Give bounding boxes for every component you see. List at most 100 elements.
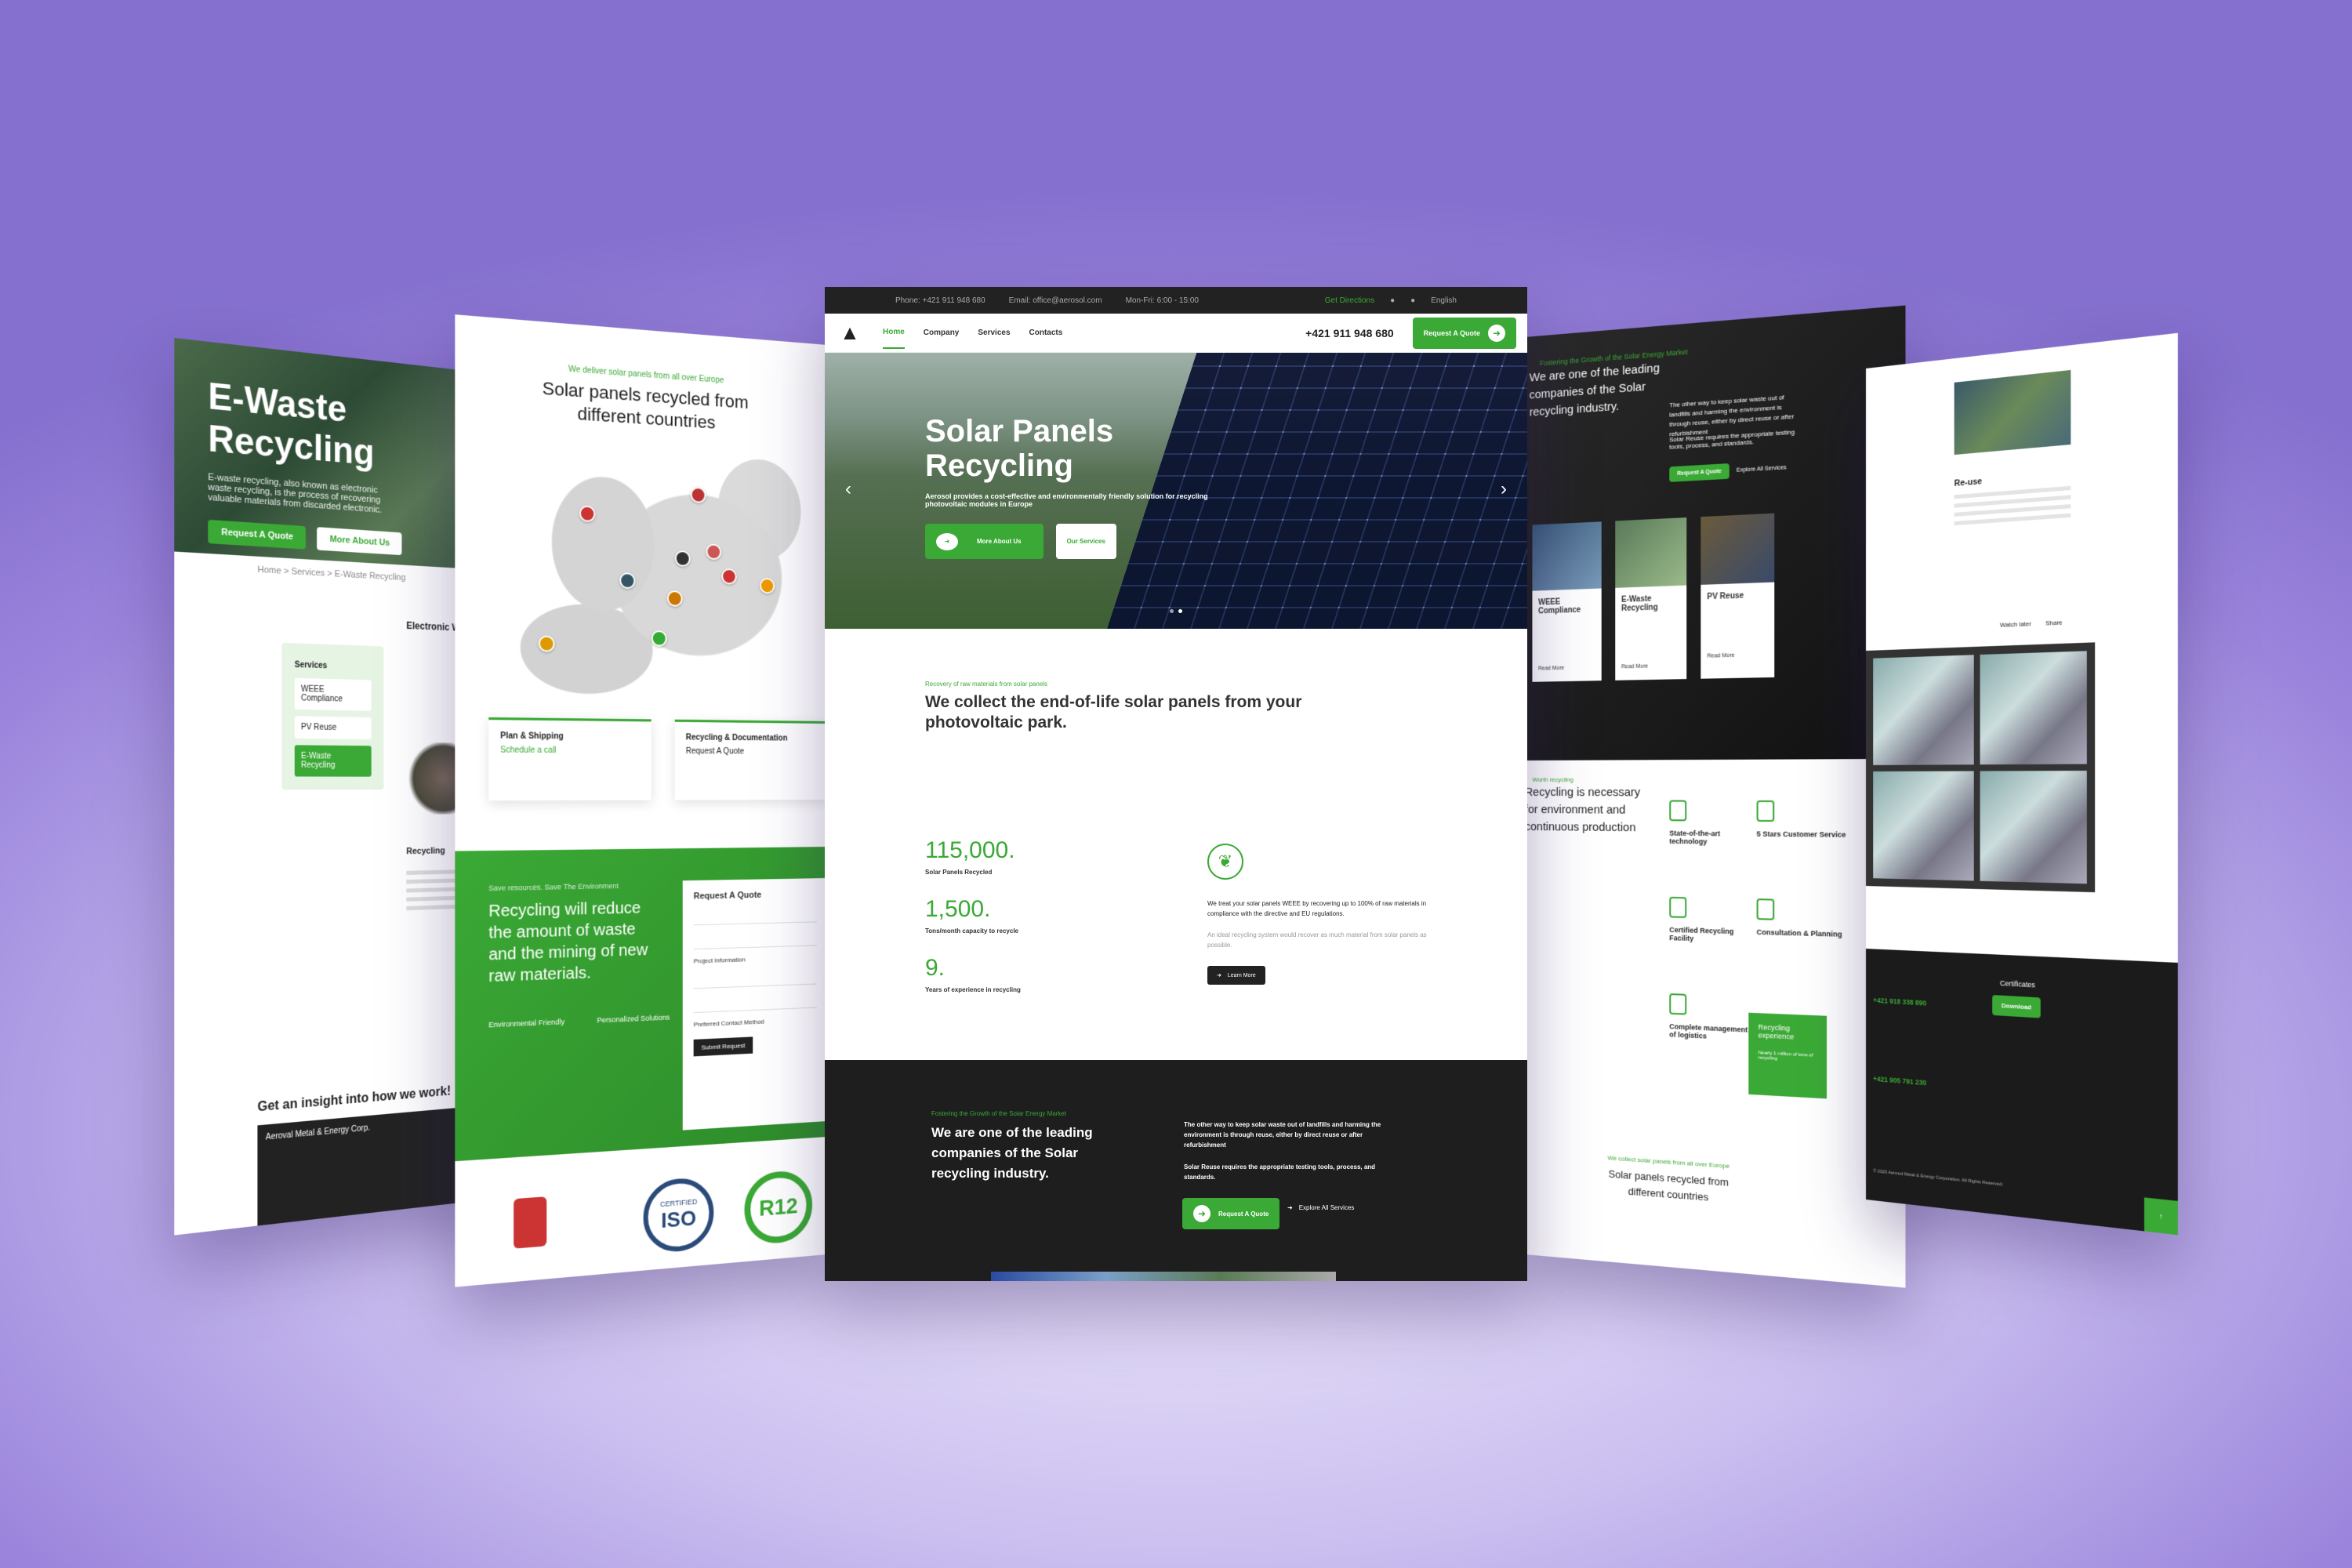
facebook-icon[interactable]: ● (1390, 296, 1395, 305)
motherboard-image (1954, 369, 2071, 456)
city-field[interactable] (693, 990, 817, 1014)
gallery-image[interactable] (1980, 771, 2087, 884)
footer-phone-1[interactable]: +421 918 338 890 (1873, 996, 1926, 1007)
flag-icon (619, 572, 636, 590)
mockup-stage: E-Waste Recycling E-waste recycling, also… (0, 0, 2352, 1568)
share-button[interactable]: Share (2045, 619, 2063, 626)
experience-box: Recycling experience Nearly 1 million of… (1748, 1012, 1828, 1099)
nav-company[interactable]: Company (924, 328, 960, 337)
read-more-link[interactable]: Read More (1621, 663, 1680, 670)
flag-icon (674, 550, 691, 568)
gallery-image[interactable] (1980, 651, 2087, 765)
service-item-e-waste[interactable]: E-Waste Recycling (294, 745, 372, 777)
topbar-hours: Mon-Fri: 6:00 - 15:00 (1125, 296, 1199, 305)
service-item-pv-reuse[interactable]: PV Reuse (294, 716, 372, 740)
request-quote-button[interactable]: Request A Quote (208, 519, 307, 550)
flag-icon (666, 590, 683, 608)
download-button[interactable]: Download (1992, 994, 2041, 1018)
next-arrow-icon[interactable]: › (1501, 478, 1507, 500)
instagram-icon[interactable]: ● (1410, 296, 1415, 305)
tile-e-waste[interactable]: E-Waste Recycling Read More (1615, 517, 1687, 681)
prev-arrow-icon[interactable]: ‹ (845, 478, 851, 500)
dark-text-2: Solar Reuse requires the appropriate tes… (1184, 1163, 1376, 1181)
quote-form: Request A Quote Project Information Pref… (682, 878, 827, 1131)
text-placeholder (1954, 485, 2071, 531)
panels-field[interactable] (693, 967, 817, 989)
nav-contacts[interactable]: Contacts (1029, 328, 1063, 337)
plan-shipping-card: Plan & Shipping Schedule a call (488, 717, 652, 801)
top-bar: Phone: +421 911 948 680 Email: office@ae… (825, 287, 1527, 314)
map-page: We deliver solar panels from all over Eu… (455, 314, 827, 1287)
europe-map (505, 426, 820, 713)
nav-phone[interactable]: +421 911 948 680 (1305, 327, 1394, 339)
services-quote-button[interactable]: Request A Quote (1669, 463, 1730, 482)
more-about-button[interactable]: ➜ More About Us (925, 524, 1044, 559)
read-more-link[interactable]: Read More (1707, 652, 1768, 659)
factory-icon (1669, 896, 1687, 919)
gallery-image[interactable] (1873, 655, 1974, 765)
service-item-weee[interactable]: WEEE Compliance (294, 677, 372, 711)
tile-pv-reuse[interactable]: PV Reuse Read More (1700, 513, 1775, 679)
nav-quote-button[interactable]: Request A Quote ➜ (1412, 317, 1516, 349)
footer-phone-2[interactable]: +421 905 791 230 (1873, 1075, 1926, 1087)
learn-more-button[interactable]: ➜ Learn More (1207, 966, 1265, 985)
green-title: Recycling will reduce the amount of wast… (488, 898, 648, 986)
feature-tech: State-of-the-art technology (1669, 800, 1756, 847)
feature-facility: Certified Recycling Facility (1669, 896, 1756, 945)
directions-link[interactable]: Get Directions (1325, 296, 1374, 305)
stat-capacity: 1,500. Tons/month capacity to recycle (925, 896, 1018, 935)
services-title: Services (294, 660, 328, 671)
green-section: Save resources. Save The Environment Rec… (455, 847, 827, 1162)
arrow-icon: ➜ (936, 532, 958, 550)
slider-dots[interactable] (1170, 609, 1182, 613)
intro-title: We collect the end-of-life solar panels … (925, 693, 1302, 731)
email-field[interactable] (693, 928, 817, 950)
gallery (1866, 642, 2096, 893)
video-title: Aeroval Metal & Energy Corp. (265, 1123, 370, 1142)
arrow-icon: ➜ (1287, 1204, 1293, 1211)
submit-button[interactable]: Submit Request (693, 1036, 753, 1057)
home-page: Phone: +421 911 948 680 Email: office@ae… (825, 287, 1527, 1281)
flag-icon (706, 543, 722, 561)
services-dark-section: Fostering the Growth of the Solar Energy… (1525, 305, 1906, 761)
tile-weee[interactable]: WEEE Compliance Read More (1532, 521, 1602, 682)
explore-services-button[interactable]: ➜ Explore All Services (1287, 1204, 1354, 1211)
language-select[interactable]: English (1431, 296, 1457, 305)
services-title: We are one of the leading companies of t… (1529, 361, 1660, 419)
dark-text-1: The other way to keep solar waste out of… (1184, 1121, 1381, 1149)
slovak-emblem-icon (514, 1196, 547, 1249)
contact-method-label: Preferred Contact Method (693, 1018, 764, 1029)
stat-panels: 115,000. Solar Panels Recycled (925, 837, 1015, 876)
flag-icon (579, 505, 596, 523)
services-box: Services WEEE Compliance PV Reuse E-Wast… (281, 642, 384, 790)
name-field[interactable] (693, 905, 817, 926)
flag-icon (538, 635, 555, 652)
topbar-email[interactable]: Email: office@aerosol.com (1009, 296, 1102, 305)
certificates-label: Certificates (1999, 978, 2035, 989)
stats: 115,000. Solar Panels Recycled 1,500. To… (925, 837, 1021, 1014)
read-more-link[interactable]: Read More (1538, 665, 1595, 672)
dark-quote-button[interactable]: ➜ Request A Quote (1182, 1198, 1280, 1229)
dark-title: We are one of the leading companies of t… (931, 1125, 1093, 1181)
services-explore-button[interactable]: Explore All Services (1737, 465, 1787, 474)
services-page: Fostering the Growth of the Solar Energy… (1525, 305, 1906, 1288)
logo-icon[interactable]: ▲ (836, 319, 864, 347)
our-services-button[interactable]: Our Services (1055, 524, 1116, 559)
schedule-call-link[interactable]: Schedule a call (500, 746, 556, 755)
gallery-image[interactable] (1873, 771, 1974, 881)
trust-subtext: An ideal recycling system would recover … (1207, 931, 1427, 949)
arrow-icon: ➜ (1488, 324, 1505, 342)
topbar-phone[interactable]: Phone: +421 911 948 680 (895, 296, 985, 305)
hero-title: Solar Panels Recycling (925, 414, 1114, 483)
nav-home[interactable]: Home (883, 328, 905, 349)
more-about-button[interactable]: More About Us (317, 527, 402, 556)
watch-later-button[interactable]: Watch later (2000, 620, 2031, 629)
card-title: Plan & Shipping (500, 731, 564, 742)
flag-icon (759, 577, 775, 594)
nav-services[interactable]: Services (978, 328, 1010, 337)
scroll-top-icon[interactable]: ↑ (2144, 1197, 2178, 1236)
iso-badge: CERTIFIED ISO (643, 1176, 714, 1254)
copyright: © 2023 Aerosol Metal & Energy Corporatio… (1873, 1168, 2004, 1188)
flag-icon (721, 568, 737, 585)
request-quote-link[interactable]: Request A Quote (686, 747, 744, 757)
